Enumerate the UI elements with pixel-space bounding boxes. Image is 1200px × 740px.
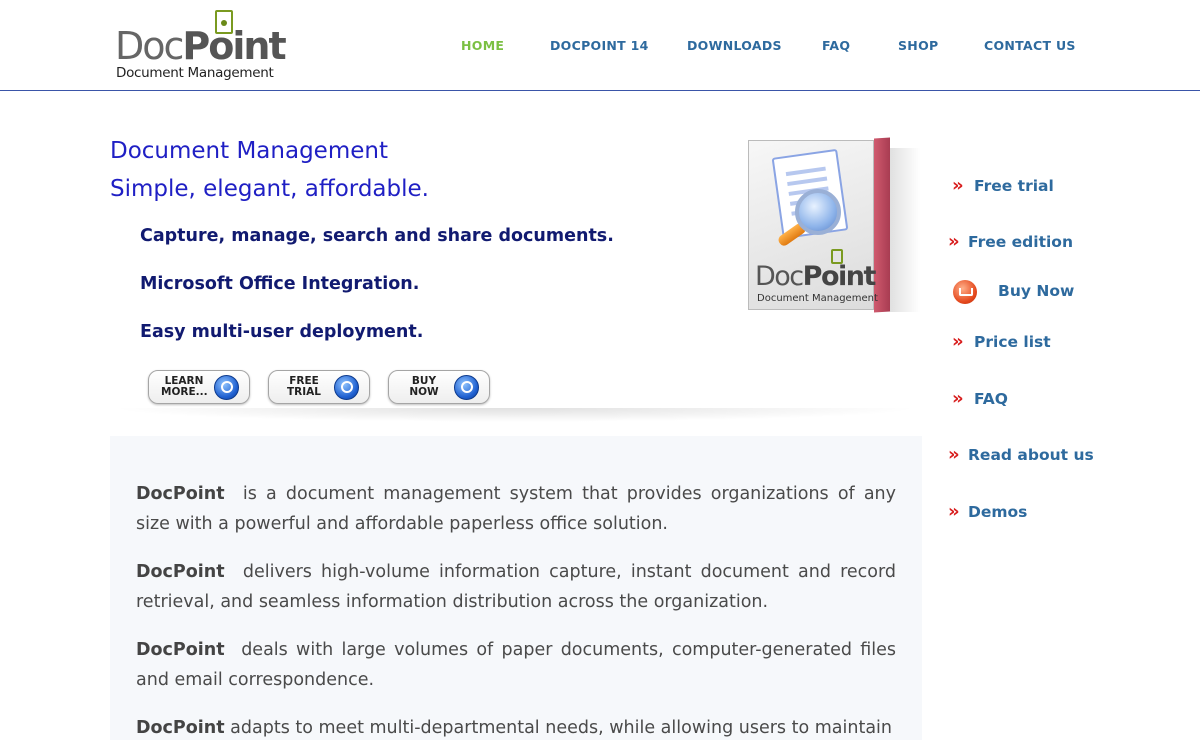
site-header: DocPoint Document Management HOME DOCPOI… [0,0,1200,91]
hero-feature-capture: Capture, manage, search and share docume… [140,226,614,246]
sidebar-price-list[interactable]: » Price list [952,333,1051,355]
sidebar-link-label: FAQ [974,390,1008,408]
hero-feature-office: Microsoft Office Integration. [140,274,420,294]
nav-shop[interactable]: SHOP [898,38,938,53]
double-chevron-icon: » [948,444,960,465]
hero-title: Document Management Simple, elegant, aff… [110,132,429,208]
magnifier-icon [334,375,359,400]
cart-icon [454,375,479,400]
free-trial-button[interactable]: FREE TRIAL [268,370,370,404]
box-side [874,137,890,313]
brand-name: DocPoint [136,718,225,738]
sidebar-link-label: Read about us [968,446,1094,464]
sidebar-read-about-us[interactable]: » Read about us [948,446,1094,468]
magnifier-icon [795,189,841,235]
nav-docpoint-14[interactable]: DOCPOINT 14 [550,38,649,53]
sidebar-link-label: Demos [968,503,1028,521]
sidebar-buy-now[interactable]: Buy Now [998,282,1074,304]
sidebar-demos[interactable]: » Demos [948,503,1027,525]
box-subtitle: Document Management [757,293,878,304]
double-chevron-icon: » [948,501,960,522]
main-nav: HOME DOCPOINT 14 DOWNLOADS FAQ SHOP CONT… [0,38,1200,54]
double-chevron-icon: » [952,331,964,352]
brand-name: DocPoint [136,484,225,504]
learn-more-label: LEARN MORE... [161,375,208,398]
volume-paragraph: DocPoint deals with large volumes of pap… [136,640,896,690]
sidebar-faq[interactable]: » FAQ [952,390,1008,412]
sidebar-free-edition[interactable]: » Free edition [948,233,1073,255]
nav-faq[interactable]: FAQ [822,38,850,53]
product-box-image: DocPoint Document Management [748,137,924,314]
nav-contact-us[interactable]: CONTACT US [984,38,1076,53]
brand-name: DocPoint [136,562,225,582]
double-chevron-icon: » [952,175,964,196]
free-trial-label: FREE TRIAL [287,375,321,398]
double-chevron-icon: » [952,388,964,409]
learn-more-button[interactable]: LEARN MORE... [148,370,250,404]
hero-title-line1: Document Management [110,138,388,164]
box-front: DocPoint Document Management [748,140,878,310]
hero-feature-deployment: Easy multi-user deployment. [140,322,424,342]
hero-divider-shadow [110,408,920,422]
intro-paragraph: DocPoint is a document management system… [136,484,896,534]
buy-now-label: BUY NOW [409,375,439,398]
hero-title-line2: Simple, elegant, affordable. [110,176,429,202]
nav-home[interactable]: HOME [461,38,504,53]
logo-subtitle: Document Management [116,65,274,81]
buy-now-button[interactable]: BUY NOW [388,370,490,404]
capture-paragraph: DocPoint delivers high-volume informatio… [136,562,896,612]
sidebar-link-label: Free trial [974,177,1054,195]
shopping-cart-icon[interactable] [953,280,977,304]
sidebar-free-trial[interactable]: » Free trial [952,177,1054,199]
double-chevron-icon: » [948,231,960,252]
sidebar-link-label: Price list [974,333,1051,351]
adapt-paragraph: DocPoint adapts to meet multi-department… [136,718,893,738]
magnifier-icon [214,375,239,400]
brand-name: DocPoint [136,640,225,660]
nav-downloads[interactable]: DOWNLOADS [687,38,782,53]
sidebar-link-label: Free edition [968,233,1073,251]
sidebar-link-label: Buy Now [998,282,1075,300]
box-title: DocPoint [755,261,876,292]
